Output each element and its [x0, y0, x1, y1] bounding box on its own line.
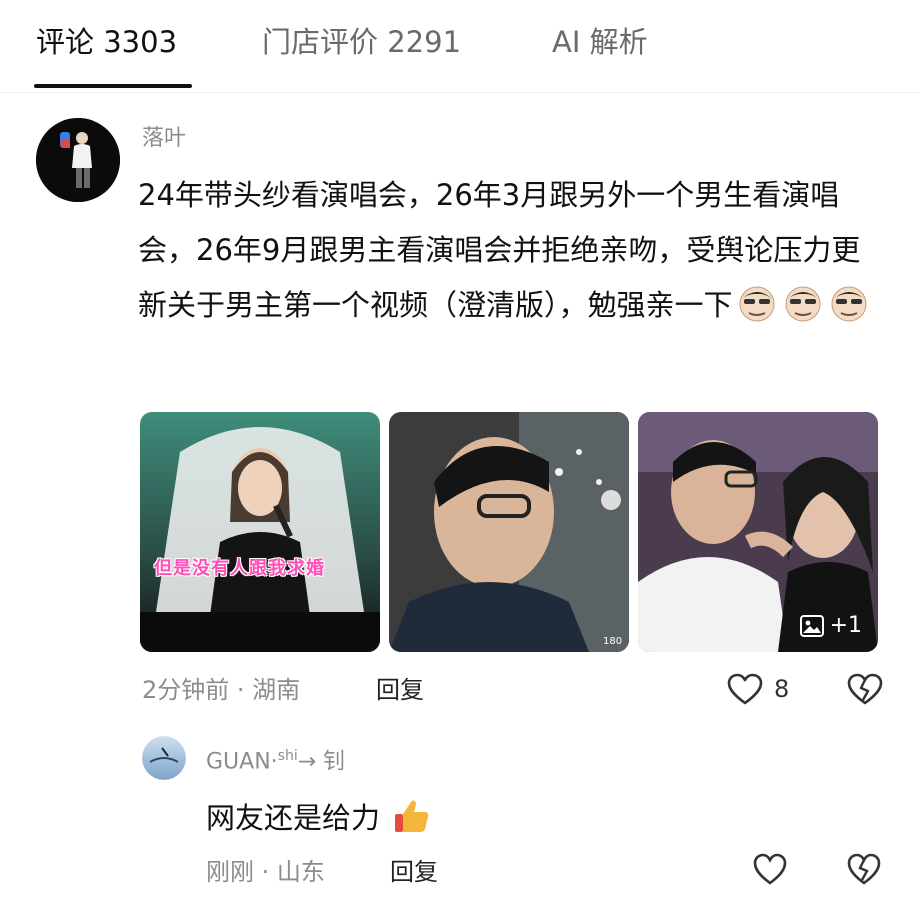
smirk-emoji-icon: [735, 283, 779, 341]
broken-heart-icon: [847, 853, 881, 885]
comment-image-1[interactable]: 但是没有人跟我求婚: [140, 412, 380, 652]
comment-username[interactable]: 落叶: [142, 124, 186, 154]
svg-text:180: 180: [603, 636, 622, 647]
comment-image-3[interactable]: +1: [638, 412, 878, 652]
comment-text: 24年带头纱看演唱会，26年3月跟另外一个男生看演唱会，26年9月跟男主看演唱会…: [138, 168, 878, 341]
reply-button[interactable]: 回复: [376, 674, 424, 706]
image-icon: [799, 614, 824, 637]
comments-page: 评论 3303 门店评价 2291 AI 解析 落叶 24年带头纱看演唱会，26…: [0, 0, 920, 920]
heart-icon: [753, 853, 787, 885]
reply-text: 网友还是给力: [206, 796, 431, 846]
image-caption: 但是没有人跟我求婚: [154, 558, 325, 579]
comment-images: 但是没有人跟我求婚 180 +1: [0, 412, 920, 652]
reply-reply-button[interactable]: 回复: [390, 856, 438, 888]
smirk-emoji-icon: [781, 283, 825, 341]
comment-image-2[interactable]: 180: [389, 412, 629, 652]
broken-heart-icon: [847, 673, 883, 705]
more-images-count: +1: [829, 613, 862, 638]
comment-meta: 2分钟前 · 湖南: [142, 676, 301, 704]
smirk-emoji-icon: [827, 283, 871, 341]
reply-meta: 刚刚 · 山东: [206, 858, 325, 886]
dislike-button[interactable]: [846, 672, 884, 710]
active-tab-indicator: [34, 84, 192, 88]
more-images-badge[interactable]: +1: [799, 613, 862, 638]
reply-body: 网友还是给力: [206, 801, 381, 835]
reply-avatar[interactable]: [142, 736, 186, 780]
tab-store-reviews[interactable]: 门店评价 2291: [262, 22, 461, 62]
tab-comments[interactable]: 评论 3303: [36, 22, 177, 62]
reply-dislike-button[interactable]: [846, 852, 882, 890]
reply-username-tail: → 钊: [297, 749, 346, 775]
avatar[interactable]: [36, 118, 120, 202]
heart-icon: [727, 673, 763, 705]
reply-username-sup: shi: [277, 748, 298, 764]
reply-like-button[interactable]: [752, 852, 788, 890]
tab-ai-analysis[interactable]: AI 解析: [552, 22, 648, 62]
like-count: 8: [774, 675, 790, 703]
thumbs-up-icon: [391, 796, 431, 846]
like-button[interactable]: 8: [726, 672, 789, 706]
reply-username[interactable]: GUAN·shi→ 钊: [206, 741, 345, 777]
tab-bar: 评论 3303 门店评价 2291 AI 解析: [0, 0, 920, 93]
